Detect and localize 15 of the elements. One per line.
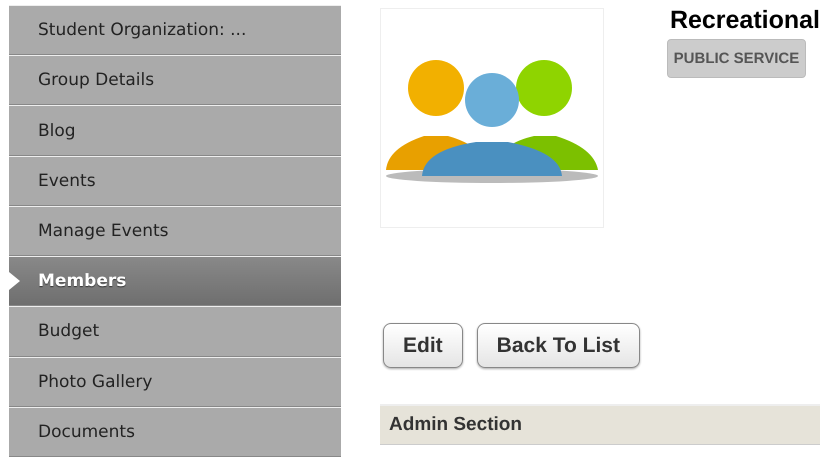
sidebar-item[interactable]: Documents bbox=[9, 408, 341, 456]
sidebar-item[interactable]: Members bbox=[9, 257, 341, 306]
category-badge: PUBLIC SERVICE bbox=[666, 39, 806, 78]
sidebar-item[interactable]: Student Organization: ... bbox=[9, 6, 341, 54]
sidebar-item[interactable]: Events bbox=[9, 156, 341, 205]
sidebar-item[interactable]: Manage Events bbox=[9, 206, 341, 256]
sidebar-item[interactable]: Group Details bbox=[9, 56, 341, 104]
edit-button[interactable]: Edit bbox=[383, 323, 463, 368]
sidebar-item[interactable]: Blog bbox=[9, 106, 341, 155]
section-header: Admin Section bbox=[380, 404, 820, 445]
sidebar-item[interactable]: Budget bbox=[9, 307, 341, 356]
back-button[interactable]: Back To List bbox=[476, 323, 640, 368]
sidebar-item[interactable]: Photo Gallery bbox=[9, 358, 341, 406]
group-title: Recreational bbox=[670, 6, 820, 35]
pointer-icon bbox=[9, 272, 20, 290]
